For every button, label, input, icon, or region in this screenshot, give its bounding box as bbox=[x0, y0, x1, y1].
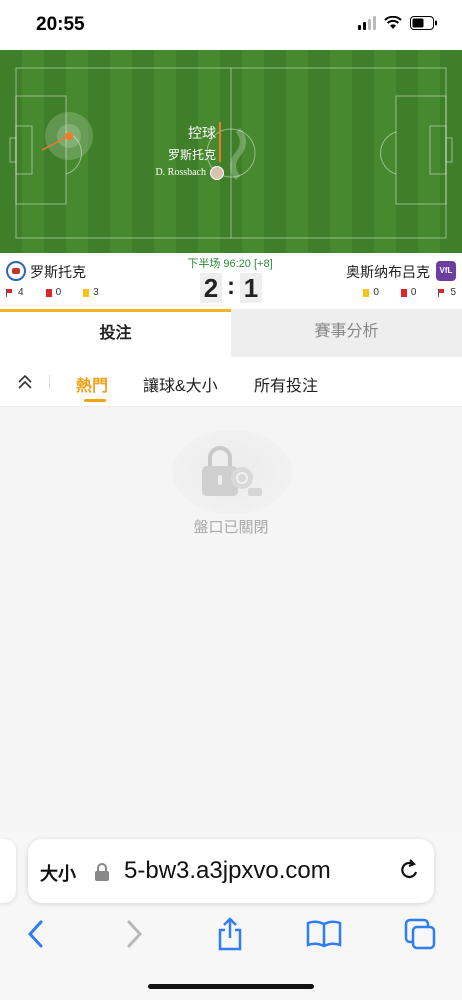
tab-all-bets[interactable]: 所有投注 bbox=[254, 372, 318, 396]
back-button[interactable] bbox=[18, 916, 54, 952]
home-stats: 4 0 3 bbox=[6, 287, 99, 298]
reload-icon[interactable] bbox=[398, 858, 420, 882]
chevron-right-icon bbox=[127, 920, 143, 948]
away-stats: 0 0 5 bbox=[363, 287, 456, 298]
player-avatar bbox=[210, 166, 224, 180]
address-bar[interactable]: 大小 5-bw3.a3jpxvo.com bbox=[28, 839, 434, 903]
score-header: 罗斯托克 下半场 96:20 [+8] 奥斯纳布吕克 VfL 4 0 3 2 :… bbox=[0, 253, 462, 309]
wifi-icon bbox=[384, 16, 402, 29]
corner-flag-icon bbox=[6, 288, 14, 297]
corner-flag-icon bbox=[438, 288, 446, 297]
home-yellow-cards: 3 bbox=[93, 287, 99, 298]
away-yellow-cards: 0 bbox=[373, 287, 379, 298]
home-red-cards: 0 bbox=[55, 287, 62, 298]
book-icon bbox=[306, 920, 342, 948]
home-team-name: 罗斯托克 bbox=[30, 264, 86, 280]
possession-label: 控球 bbox=[188, 125, 216, 141]
bookmarks-button[interactable] bbox=[306, 916, 342, 952]
ball-position-marker bbox=[65, 132, 73, 140]
tab-match-analysis[interactable]: 賽事分析 bbox=[231, 309, 462, 357]
share-button[interactable] bbox=[212, 916, 248, 952]
home-score: 2 bbox=[200, 273, 222, 303]
chevron-left-icon bbox=[27, 920, 43, 948]
live-pitch: 控球 罗斯托克 D. Rossbach bbox=[0, 50, 462, 253]
tab-handicap-over-under[interactable]: 讓球&大小 bbox=[143, 372, 218, 396]
tab-hot[interactable]: 熱門 bbox=[76, 372, 108, 396]
battery-icon bbox=[410, 16, 437, 30]
home-team-crest bbox=[6, 261, 26, 281]
player-name: D. Rossbach bbox=[155, 167, 206, 178]
away-team-crest: VfL bbox=[436, 261, 456, 281]
tabs-button[interactable] bbox=[402, 916, 438, 952]
text-size-button[interactable]: 大小 bbox=[40, 860, 76, 886]
away-score: 1 bbox=[240, 273, 262, 303]
lock-icon bbox=[95, 863, 109, 881]
watermark-logo bbox=[230, 128, 246, 180]
main-tabs: 投注 賽事分析 bbox=[0, 309, 462, 357]
home-indicator bbox=[148, 984, 314, 989]
home-corners: 4 bbox=[18, 287, 24, 298]
away-corners: 5 bbox=[450, 287, 456, 298]
possession-team: 罗斯托克 bbox=[167, 148, 216, 162]
red-card-icon bbox=[400, 288, 407, 297]
divider bbox=[49, 375, 50, 389]
yellow-card-icon bbox=[83, 288, 90, 297]
bet-category-tabs: 熱門 讓球&大小 所有投注 bbox=[0, 357, 462, 407]
tab-bet[interactable]: 投注 bbox=[0, 309, 231, 357]
cellular-signal-icon bbox=[358, 16, 376, 30]
status-time: 20:55 bbox=[36, 14, 85, 35]
tabs-icon bbox=[404, 918, 436, 950]
url-text[interactable]: 5-bw3.a3jpxvo.com bbox=[124, 857, 331, 885]
chevron-up-icon[interactable] bbox=[16, 373, 34, 391]
forward-button[interactable] bbox=[116, 916, 152, 952]
pitch-lines bbox=[9, 67, 453, 239]
previous-tab-peek[interactable] bbox=[0, 839, 16, 903]
browser-toolbar bbox=[0, 912, 462, 956]
status-bar: 20:55 bbox=[0, 0, 462, 50]
match-period: 下半场 96:20 [+8] bbox=[187, 258, 273, 270]
away-team-name: 奥斯纳布吕克 bbox=[346, 264, 430, 280]
red-card-icon bbox=[45, 288, 52, 297]
yellow-card-icon bbox=[363, 288, 370, 297]
share-icon bbox=[218, 917, 242, 951]
active-tab-indicator bbox=[84, 399, 106, 402]
market-closed-lock-icon bbox=[202, 446, 262, 496]
away-red-cards: 0 bbox=[410, 287, 417, 298]
market-closed-message: 盤口已關閉 bbox=[193, 519, 269, 536]
score-separator: : bbox=[227, 273, 235, 300]
